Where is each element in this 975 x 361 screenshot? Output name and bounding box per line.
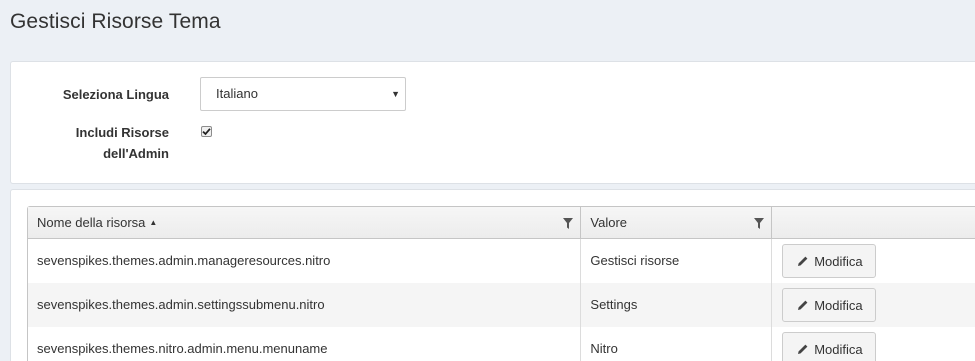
grid-header: Nome della risorsa ▲ Valore — [28, 207, 975, 239]
column-header-value-label: Valore — [590, 215, 628, 230]
settings-panel: Seleziona Lingua Italiano ▼ Includi Riso… — [10, 61, 975, 184]
language-select[interactable]: Italiano ▼ — [200, 77, 406, 111]
filter-icon[interactable] — [563, 218, 574, 229]
resource-name-cell: sevenspikes.themes.admin.settingssubmenu… — [28, 283, 582, 327]
table-row: sevenspikes.themes.nitro.admin.menu.menu… — [28, 327, 975, 361]
column-header-name-label: Nome della risorsa — [37, 215, 146, 230]
page-title: Gestisci Risorse Tema — [10, 10, 221, 33]
edit-button-label: Modifica — [814, 253, 863, 269]
column-header-name[interactable]: Nome della risorsa ▲ — [28, 207, 582, 239]
column-header-actions — [772, 207, 975, 239]
edit-button-label: Modifica — [814, 297, 863, 313]
edit-button[interactable]: Modifica — [782, 244, 876, 278]
caret-down-icon: ▼ — [391, 89, 400, 99]
check-icon — [202, 128, 211, 136]
actions-cell: Modifica — [772, 239, 975, 283]
language-label: Seleziona Lingua — [62, 87, 169, 102]
include-admin-label-line2: dell'Admin — [103, 146, 169, 161]
actions-cell: Modifica — [772, 283, 975, 327]
table-row: sevenspikes.themes.admin.settingssubmenu… — [28, 283, 975, 327]
resource-name-cell: sevenspikes.themes.admin.manageresources… — [28, 239, 582, 283]
actions-cell: Modifica — [772, 327, 975, 361]
resource-name-cell: sevenspikes.themes.nitro.admin.menu.menu… — [28, 327, 582, 361]
include-admin-label: Includi Risorse dell'Admin — [11, 122, 169, 164]
resource-value-cell: Settings — [581, 283, 773, 327]
edit-button[interactable]: Modifica — [782, 332, 876, 361]
pencil-icon — [798, 300, 808, 310]
edit-button-label: Modifica — [814, 341, 863, 357]
filter-icon[interactable] — [754, 218, 765, 229]
sort-ascending-icon: ▲ — [149, 218, 158, 227]
grid-panel: Nome della risorsa ▲ Valore sevenspikes.t… — [10, 189, 975, 361]
column-header-value[interactable]: Valore — [581, 207, 773, 239]
table-row: sevenspikes.themes.admin.manageresources… — [28, 239, 975, 283]
edit-button[interactable]: Modifica — [782, 288, 876, 322]
resource-value-cell: Gestisci risorse — [581, 239, 773, 283]
language-select-value: Italiano — [216, 86, 258, 101]
resource-value-cell: Nitro — [581, 327, 773, 361]
include-admin-checkbox[interactable] — [201, 126, 212, 137]
resources-grid: Nome della risorsa ▲ Valore sevenspikes.t… — [27, 206, 975, 361]
pencil-icon — [798, 344, 808, 354]
pencil-icon — [798, 256, 808, 266]
include-admin-label-line1: Includi Risorse — [75, 125, 169, 140]
